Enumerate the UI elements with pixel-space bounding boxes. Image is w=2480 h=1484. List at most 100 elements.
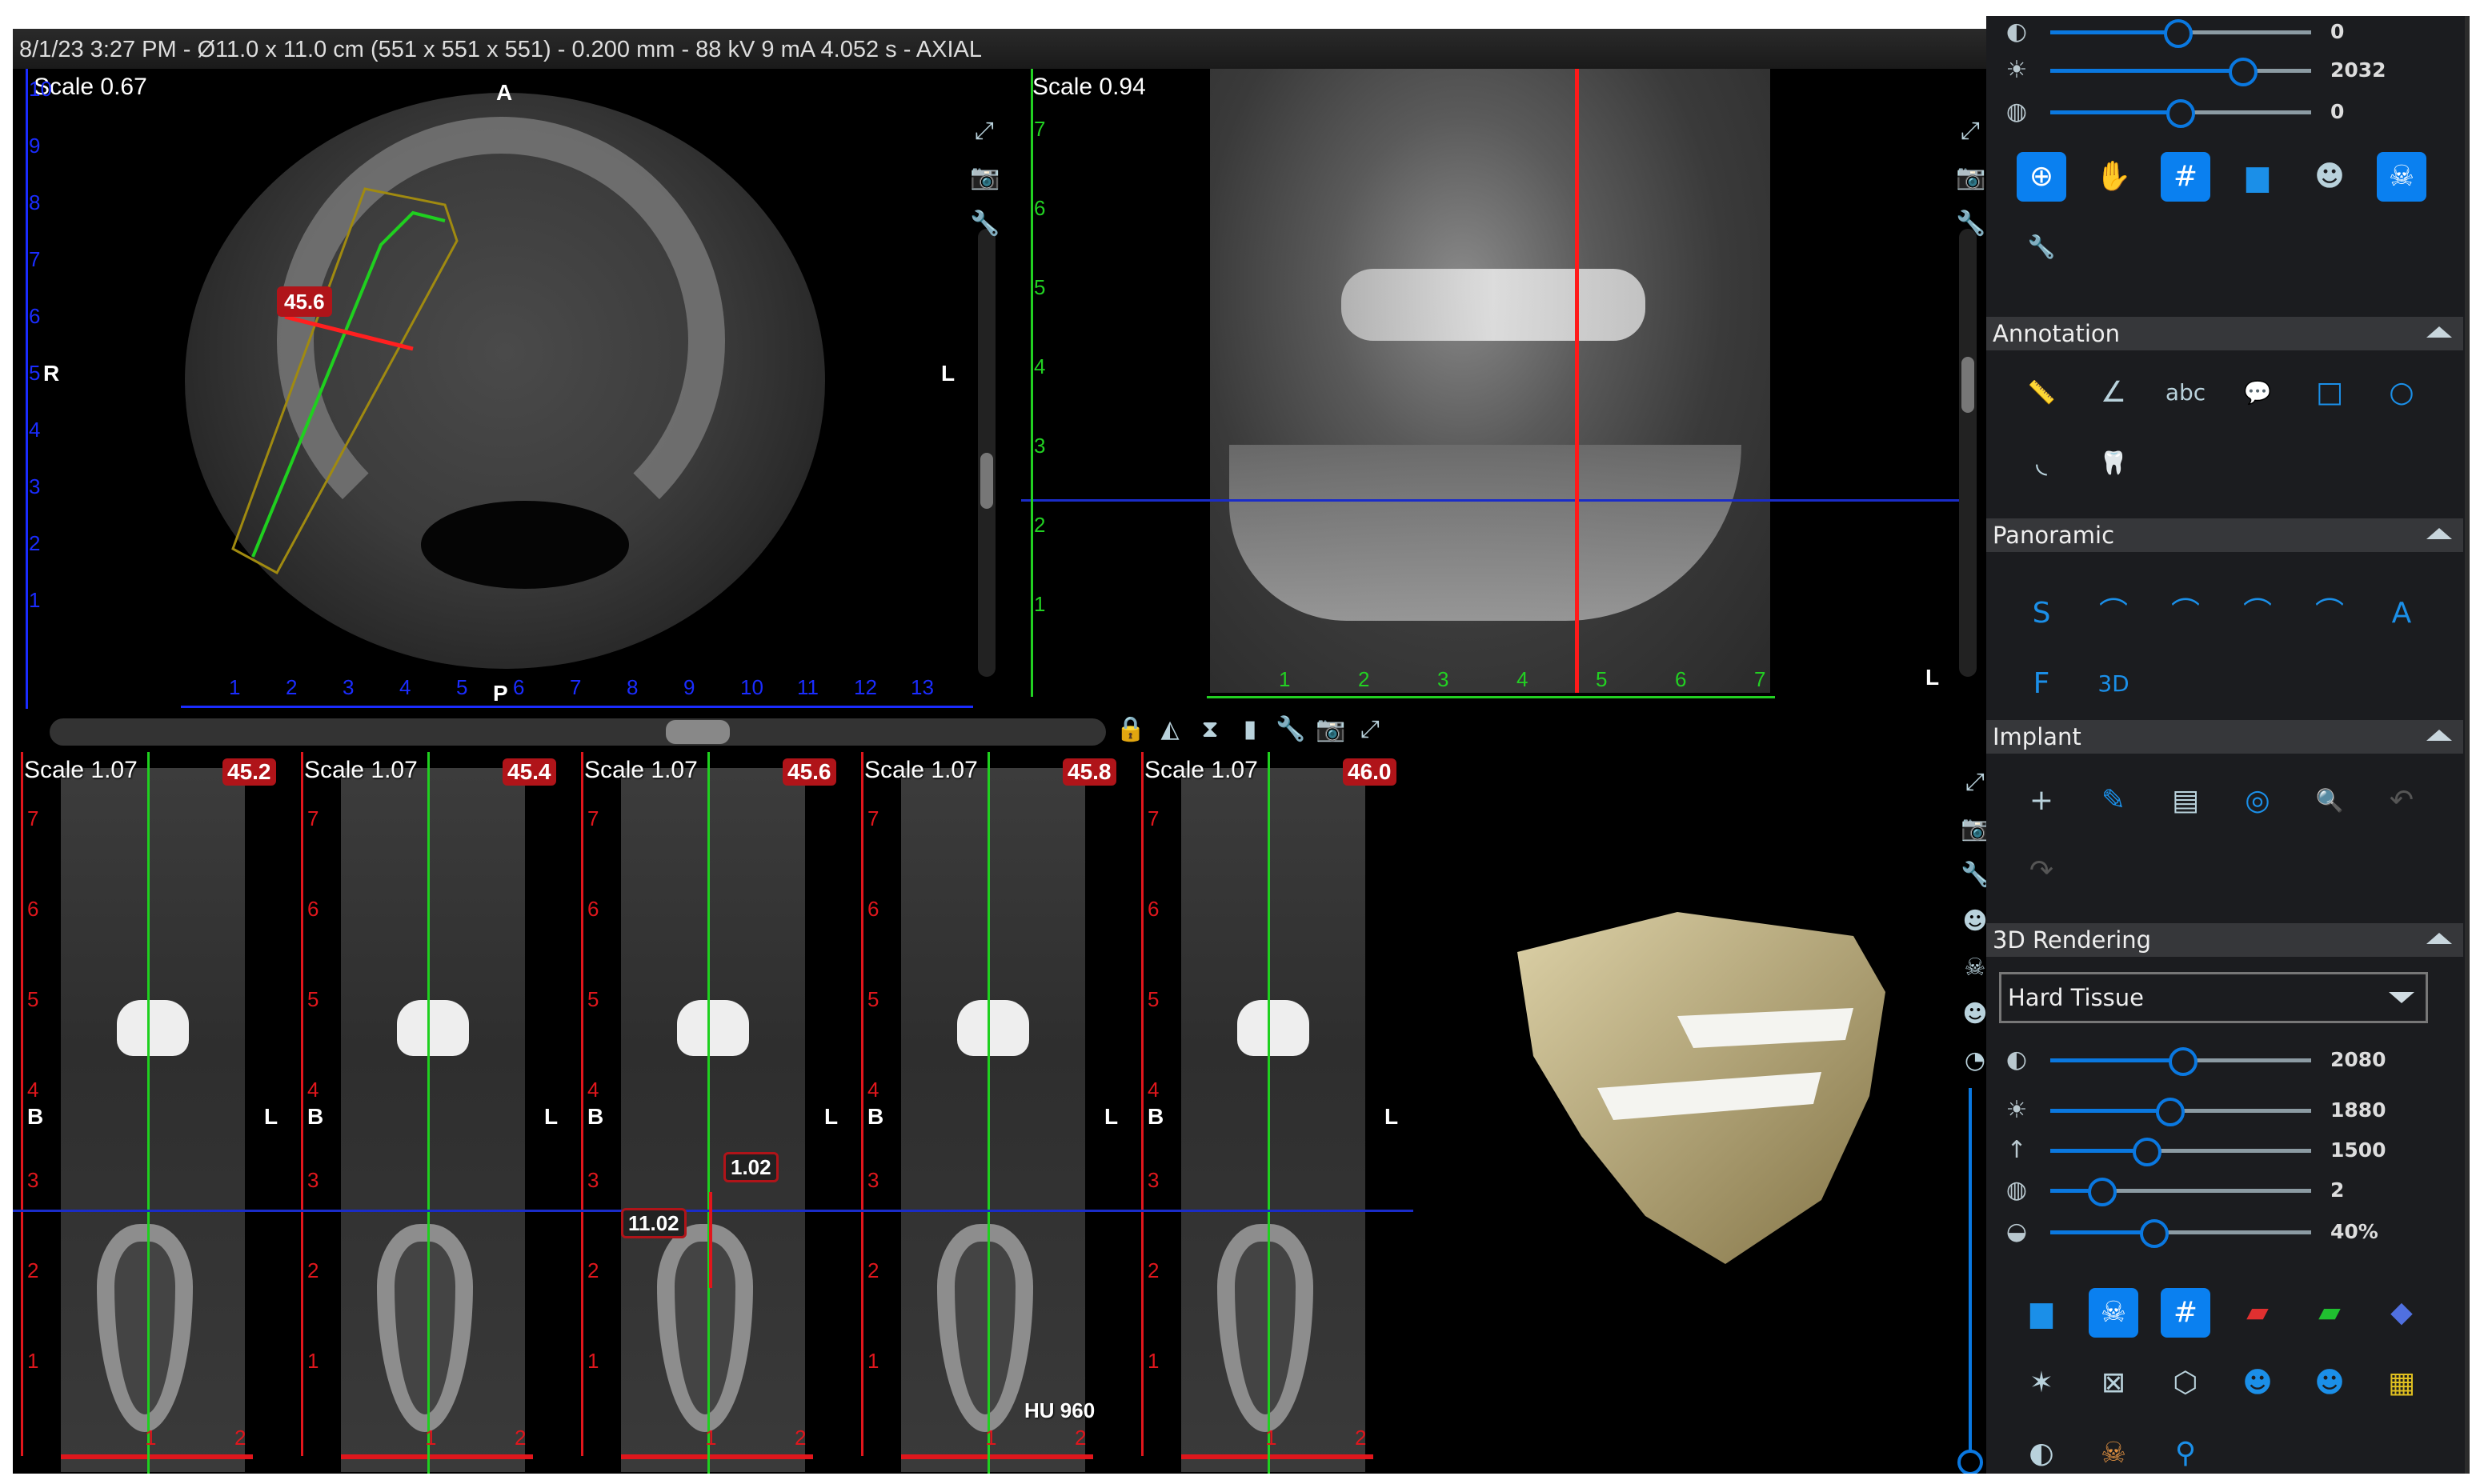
arch-free-icon[interactable]: F bbox=[2017, 659, 2066, 709]
scrollbar-thumb[interactable] bbox=[980, 453, 993, 509]
cross-section-scrollbar[interactable] bbox=[50, 718, 1106, 746]
clip-box-icon[interactable]: ⊠ bbox=[2089, 1358, 2138, 1408]
section-header-panoramic[interactable]: Panoramic bbox=[1986, 518, 2463, 552]
slider-contrast[interactable]: ◐ 2080 bbox=[1986, 1044, 2463, 1076]
axial-slice-scrollbar[interactable] bbox=[978, 229, 996, 677]
slider-brightness[interactable]: ☀ 1880 bbox=[1986, 1094, 2463, 1126]
slider-track[interactable] bbox=[2050, 1047, 2311, 1076]
tooth-annotation-icon[interactable]: 🦷 bbox=[2089, 438, 2138, 488]
wrench-icon[interactable]: 🔧 bbox=[1276, 715, 1305, 744]
implant-inspect-icon[interactable]: 🔍 bbox=[2305, 776, 2354, 826]
wrench-icon[interactable]: 🔧 bbox=[2017, 222, 2066, 272]
hourglass-icon[interactable]: ⧗ bbox=[1196, 715, 1224, 744]
sagittal-slice-scrollbar[interactable] bbox=[1959, 229, 1977, 677]
slider-thumb[interactable] bbox=[2163, 19, 2193, 48]
airway-icon[interactable]: ⚲ bbox=[2161, 1429, 2210, 1478]
red-plane-icon[interactable]: ▰ bbox=[2233, 1288, 2282, 1338]
skull-icon[interactable]: ☠ bbox=[2089, 1288, 2138, 1338]
cross-section-panel[interactable]: Scale 1.07 45.6 B L 7 6 5 4 3 2 1 1 2 1.02 11.02 bbox=[573, 752, 853, 1474]
scrollbar-thumb[interactable] bbox=[666, 720, 730, 744]
slider-thumb[interactable] bbox=[2088, 1178, 2117, 1206]
slider-brightness[interactable]: ☀ 2032 bbox=[1986, 54, 2463, 86]
arch-delete-icon[interactable]: ⌒ bbox=[2161, 589, 2210, 638]
zoom-icon[interactable]: ⊕ bbox=[2017, 152, 2066, 202]
slider-opacity[interactable]: ◒ 40% bbox=[1986, 1216, 2463, 1248]
axial-view[interactable]: 45.6 Scale 0.67 A P R L 10 9 8 7 6 5 4 3 2 1 1234… bbox=[13, 69, 1000, 725]
crosshair-icon[interactable]: # bbox=[2161, 1288, 2210, 1338]
slider-thumb[interactable] bbox=[2169, 1047, 2198, 1076]
histogram-icon[interactable]: ▆ bbox=[2233, 152, 2282, 202]
slider-track[interactable] bbox=[2050, 1219, 2311, 1248]
slider-track[interactable] bbox=[2050, 1098, 2311, 1126]
slider-thumb[interactable] bbox=[2155, 1098, 2185, 1126]
slider-thumb[interactable] bbox=[1957, 1450, 1983, 1474]
skull-color-icon[interactable]: ☠ bbox=[2089, 1429, 2138, 1478]
slider-sharpness[interactable]: ◍ 0 bbox=[1986, 96, 2463, 128]
head-side-icon[interactable]: ☻ bbox=[1961, 907, 1986, 936]
skull-icon[interactable]: ☠ bbox=[2377, 152, 2426, 202]
3d-render-view[interactable]: ⤢ 📷 🔧 ☻ ☠ ☻ ◔ bbox=[1437, 752, 1986, 1474]
skull-icon[interactable]: ☠ bbox=[1961, 954, 1986, 982]
camera-icon[interactable]: 📷 bbox=[1956, 163, 1985, 192]
half-sphere-icon[interactable]: ◐ bbox=[2017, 1429, 2066, 1478]
implant-library-icon[interactable]: ▤ bbox=[2161, 776, 2210, 826]
collapse-icon[interactable] bbox=[2426, 730, 2452, 741]
cross-section-panel[interactable]: Scale 1.07 45.8 B L 7 6 5 4 3 2 1 1 2 HU 960 bbox=[853, 752, 1133, 1474]
arch-auto-icon[interactable]: A bbox=[2377, 589, 2426, 638]
wrench-icon[interactable]: 🔧 bbox=[1956, 210, 1985, 238]
mirror-icon[interactable]: ◭ bbox=[1156, 715, 1184, 744]
angle-icon[interactable]: ∠ bbox=[2089, 368, 2138, 418]
expand-icon[interactable]: ⤢ bbox=[1961, 768, 1986, 797]
render-preset-dropdown[interactable]: Hard Tissue bbox=[1999, 972, 2428, 1023]
orientation-cube-icon[interactable]: ✶ bbox=[2017, 1358, 2066, 1408]
section-header-3d-rendering[interactable]: 3D Rendering bbox=[1986, 923, 2463, 957]
slider-thumb[interactable] bbox=[2229, 58, 2258, 86]
collapse-icon[interactable] bbox=[2426, 933, 2452, 944]
slider-contrast[interactable]: ◐ 0 bbox=[1986, 16, 2463, 48]
slider-track[interactable] bbox=[2050, 58, 2311, 86]
pan-rotate-icon[interactable]: ✋ bbox=[2089, 152, 2138, 202]
slider-track[interactable] bbox=[2050, 1138, 2311, 1166]
head-profile-icon[interactable]: ◔ bbox=[1961, 1046, 1986, 1075]
head-back-icon[interactable]: ☻ bbox=[2305, 1358, 2354, 1408]
text-annotation-icon[interactable]: abc bbox=[2161, 368, 2210, 418]
color-grid-icon[interactable]: ▦ bbox=[2377, 1358, 2426, 1408]
head-icon[interactable]: ☻ bbox=[1961, 1000, 1986, 1029]
auto-arch-icon[interactable]: S bbox=[2017, 589, 2066, 638]
histogram-icon[interactable]: ▆ bbox=[2017, 1288, 2066, 1338]
undo-icon[interactable]: ↶ bbox=[2377, 776, 2426, 826]
blue-plane-icon[interactable]: ◆ bbox=[2377, 1288, 2426, 1338]
cross-section-panel[interactable]: Scale 1.07 45.2 B L 7 6 5 4 3 2 1 1 2 bbox=[13, 752, 293, 1474]
collapse-icon[interactable] bbox=[2426, 528, 2452, 539]
ellipse-draw-icon[interactable]: ○ bbox=[2377, 368, 2426, 418]
camera-icon[interactable]: 📷 bbox=[970, 163, 1000, 192]
redo-icon[interactable]: ↷ bbox=[2017, 846, 2066, 896]
sagittal-view[interactable]: Scale 0.94 L 7 6 5 4 3 2 1 1 2 3 4 5 6 7 ⤢ 📷 🔧 bbox=[1021, 69, 1986, 725]
cross-section-panel[interactable]: Scale 1.07 46.0 B L 7 6 5 4 3 2 1 1 2 bbox=[1133, 752, 1413, 1474]
edit-implant-icon[interactable]: ✎ bbox=[2089, 776, 2138, 826]
add-implant-icon[interactable]: + bbox=[2017, 776, 2066, 826]
cube-icon[interactable]: ⬡ bbox=[2161, 1358, 2210, 1408]
section-header-annotation[interactable]: Annotation bbox=[1986, 317, 2463, 350]
expand-icon[interactable]: ⤢ bbox=[970, 117, 999, 146]
slider-track[interactable] bbox=[2050, 1178, 2311, 1206]
slider-track[interactable] bbox=[2050, 19, 2311, 48]
implant-rotate-icon[interactable]: ◎ bbox=[2233, 776, 2282, 826]
arch-draw-icon[interactable]: ⌒ bbox=[2089, 589, 2138, 638]
wrench-icon[interactable]: 🔧 bbox=[1961, 861, 1986, 890]
head-front-icon[interactable]: ☻ bbox=[2233, 1358, 2282, 1408]
callout-icon[interactable]: 💬 bbox=[2233, 368, 2282, 418]
head-slice-icon[interactable]: ☻ bbox=[2305, 152, 2354, 202]
ruler-icon[interactable]: 📏 bbox=[2017, 368, 2066, 418]
arch-move-icon[interactable]: ⌒ bbox=[2233, 589, 2282, 638]
implant-icon[interactable]: ▮ bbox=[1236, 715, 1264, 744]
3d-zoom-slider[interactable] bbox=[1957, 1088, 1983, 1474]
rectangle-draw-icon[interactable]: □ bbox=[2305, 368, 2354, 418]
collapse-icon[interactable] bbox=[2426, 326, 2452, 338]
arch-report-icon[interactable]: ⌒ bbox=[2305, 589, 2354, 638]
section-header-implant[interactable]: Implant bbox=[1986, 720, 2463, 754]
expand-icon[interactable]: ⤢ bbox=[1956, 117, 1985, 146]
panoramic-3d-icon[interactable]: 3D bbox=[2089, 659, 2138, 709]
slider-sharpness[interactable]: ◍ 2 bbox=[1986, 1174, 2463, 1206]
wrench-icon[interactable]: 🔧 bbox=[970, 210, 1000, 238]
